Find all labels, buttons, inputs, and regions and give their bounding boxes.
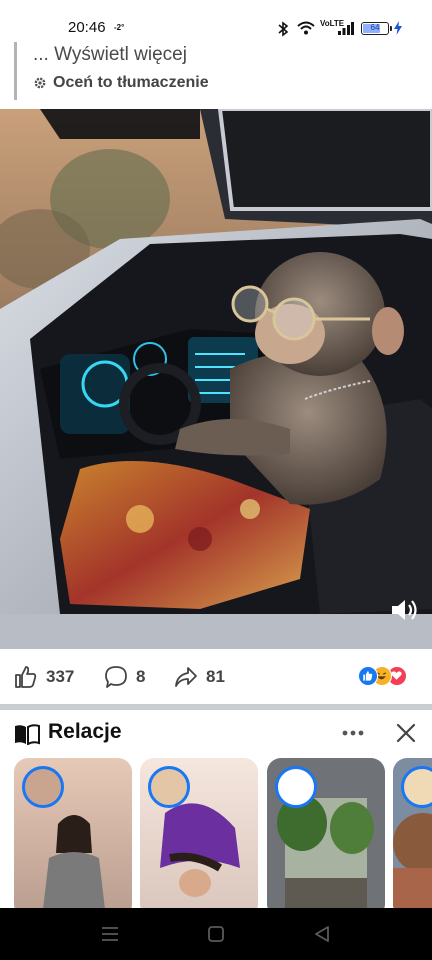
recents-button[interactable] <box>98 924 122 944</box>
see-more-link[interactable]: ... Wyświetl więcej <box>33 42 209 68</box>
battery-level: 64 <box>370 23 380 32</box>
comment-count: 8 <box>136 667 146 686</box>
like-count: 337 <box>46 667 75 686</box>
translation-block: ... Wyświetl więcej Oceń to tłumaczenie <box>14 42 209 100</box>
volte-indicator: VoLTE <box>320 19 345 28</box>
signal-icon <box>338 22 354 35</box>
gear-icon <box>34 77 46 89</box>
story-card[interactable] <box>393 758 432 908</box>
story-avatar <box>275 766 317 808</box>
thumbs-up-icon <box>15 666 37 688</box>
story-avatar <box>148 766 190 808</box>
more-icon <box>342 730 364 736</box>
book-icon <box>15 724 40 745</box>
battery-icon: 64 <box>361 22 389 35</box>
stories-carousel[interactable] <box>0 758 432 908</box>
stories-title: Relacje <box>48 720 122 743</box>
back-icon <box>315 926 329 942</box>
rate-translation-row[interactable]: Oceń to tłumaczenie <box>33 72 209 94</box>
home-icon <box>208 926 224 942</box>
post-actions: 337 8 81 <box>0 658 432 696</box>
status-sub-indicator: -2° <box>114 23 125 32</box>
share-count: 81 <box>206 667 225 686</box>
system-nav-bar <box>0 908 432 960</box>
like-button[interactable]: 337 <box>14 658 74 696</box>
like-reaction-icon <box>358 666 378 686</box>
more-options-button[interactable] <box>338 720 368 746</box>
share-button[interactable]: 81 <box>174 658 225 696</box>
reactions-summary[interactable] <box>358 666 422 688</box>
status-bar: 20:46 -2° VoLTE 64 <box>0 0 432 40</box>
rate-translation-label: Oceń to tłumaczenie <box>53 74 209 91</box>
stories-header: Relacje <box>0 714 432 752</box>
status-time: 20:46 <box>68 19 106 36</box>
close-button[interactable] <box>392 719 420 747</box>
menu-icon <box>102 927 118 941</box>
back-button[interactable] <box>310 924 334 944</box>
close-icon <box>396 723 416 743</box>
story-card[interactable] <box>14 758 132 908</box>
story-avatar <box>22 766 64 808</box>
volume-button[interactable] <box>388 595 422 625</box>
story-card[interactable] <box>140 758 258 908</box>
home-button[interactable] <box>204 924 228 944</box>
video-frame <box>0 109 432 649</box>
bluetooth-icon <box>278 21 289 37</box>
speaker-icon <box>392 600 417 620</box>
post-media[interactable] <box>0 109 432 649</box>
wifi-icon <box>297 21 315 35</box>
share-icon <box>175 667 197 687</box>
comment-button[interactable]: 8 <box>104 658 145 696</box>
charging-icon <box>394 21 402 35</box>
story-card[interactable] <box>267 758 385 908</box>
section-divider <box>0 704 432 710</box>
comment-icon <box>105 666 127 688</box>
